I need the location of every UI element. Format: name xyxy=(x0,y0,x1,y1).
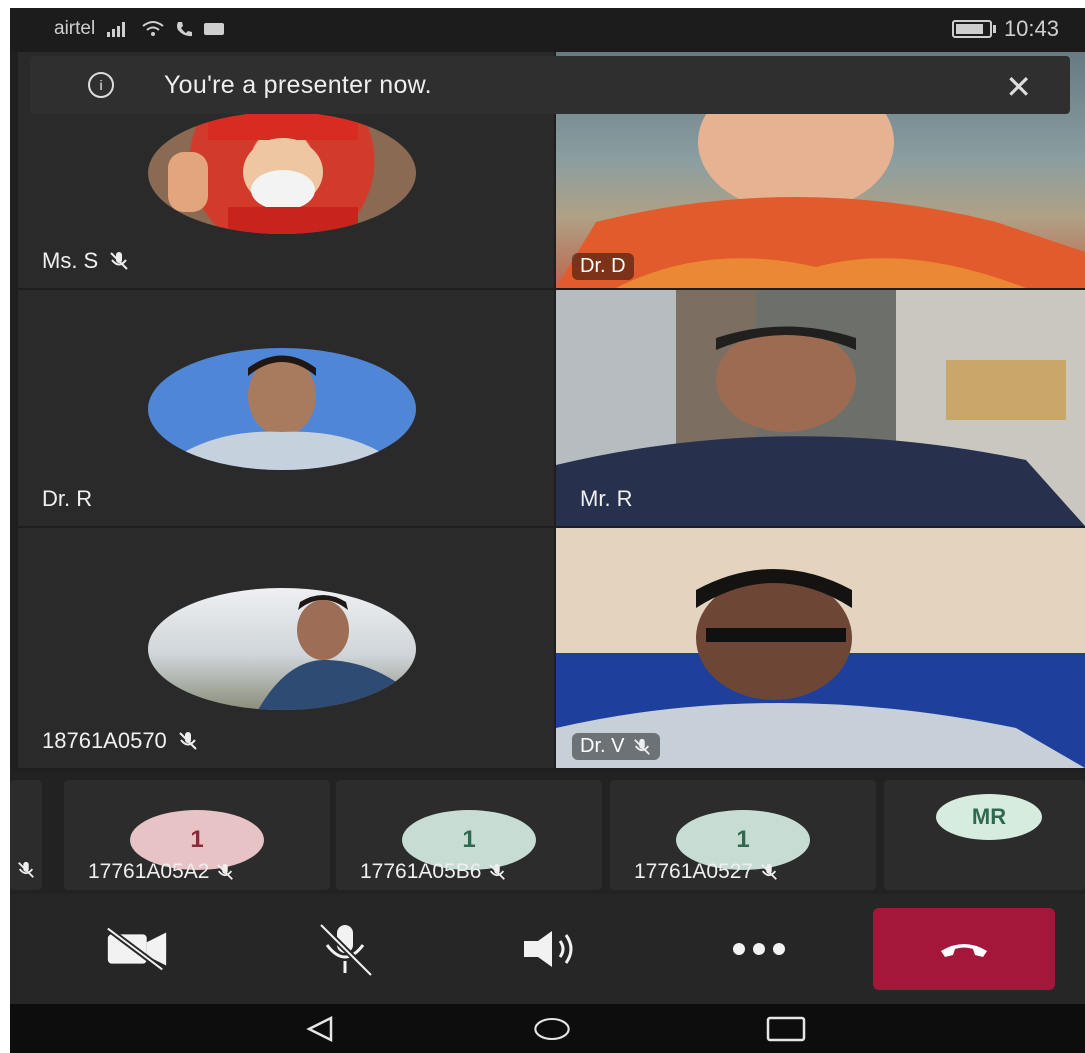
wifi-icon xyxy=(142,21,164,36)
participant-name: 18761A0570 xyxy=(42,728,199,754)
participant-name: Ms. S xyxy=(42,248,130,274)
mic-off-icon xyxy=(489,863,506,880)
participant-name: 17761A0527 xyxy=(634,860,779,884)
participant-mini-tile[interactable]: 1 17761A05A2 xyxy=(64,780,330,890)
back-icon xyxy=(306,1015,333,1043)
recents-icon xyxy=(766,1016,806,1042)
video-feed xyxy=(556,528,1085,768)
participant-tile[interactable]: Dr. R xyxy=(18,290,554,526)
mic-off-icon xyxy=(217,863,234,880)
hang-up-button[interactable] xyxy=(873,908,1055,990)
participant-tile[interactable]: Mr. R xyxy=(556,290,1085,526)
video-feed xyxy=(556,290,1085,526)
data-icon xyxy=(204,23,225,35)
participant-tile[interactable]: Dr. V xyxy=(556,528,1085,768)
speaker-button[interactable] xyxy=(515,918,585,980)
participant-mini-tile[interactable]: 1 17761A05B6 xyxy=(336,780,602,890)
participant-mini-tile[interactable] xyxy=(10,780,42,890)
participant-name: Dr. V xyxy=(572,733,661,760)
participant-mini-tile[interactable]: 1 17761A0527 xyxy=(610,780,876,890)
participant-name: 17761A05A2 xyxy=(88,860,235,884)
participant-strip[interactable]: 1 17761A05A2 1 17761A05B6 1 17761A0527 M… xyxy=(10,772,1085,894)
info-icon: i xyxy=(88,72,114,98)
mic-off-icon xyxy=(110,252,128,270)
initials-badge: MR xyxy=(936,794,1042,840)
signal-icon xyxy=(107,22,126,37)
home-button[interactable] xyxy=(532,1014,572,1044)
speaker-icon xyxy=(524,931,573,967)
presenter-toast: i You're a presenter now. ✕ xyxy=(30,56,1070,114)
camera-toggle-button[interactable] xyxy=(102,918,172,980)
avatar xyxy=(148,112,416,234)
home-icon xyxy=(534,1017,570,1041)
back-button[interactable] xyxy=(300,1014,340,1044)
mic-off-icon xyxy=(761,863,778,880)
camera-off-icon xyxy=(106,926,167,972)
close-icon[interactable]: ✕ xyxy=(1005,68,1032,106)
toast-message: You're a presenter now. xyxy=(164,70,432,99)
battery-icon xyxy=(951,20,996,38)
recents-button[interactable] xyxy=(766,1014,806,1044)
mic-off-icon xyxy=(18,861,34,878)
call-controls xyxy=(10,894,1085,1004)
system-nav-bar xyxy=(10,1004,1085,1053)
participant-name: 17761A05B6 xyxy=(360,860,507,884)
clock: 10:43 xyxy=(1003,16,1059,41)
mic-off-icon xyxy=(179,732,197,750)
more-options-button[interactable] xyxy=(724,918,794,980)
more-icon xyxy=(733,943,785,955)
avatar xyxy=(148,588,416,710)
mute-button[interactable] xyxy=(310,918,380,980)
participant-mini-tile[interactable]: MR xyxy=(884,780,1085,890)
avatar xyxy=(148,348,416,470)
mic-off-icon xyxy=(634,738,651,755)
teams-call-screen: airtel 10:43 Ms. S Dr. D Dr. R Mr. R 187… xyxy=(10,8,1085,1053)
participant-name: Mr. R xyxy=(580,486,633,511)
carrier-name: airtel xyxy=(54,18,96,39)
participant-name: Dr. R xyxy=(42,486,93,511)
hang-up-icon xyxy=(941,944,987,957)
call-icon xyxy=(177,22,193,37)
participant-tile[interactable]: 18761A0570 xyxy=(18,528,554,768)
mic-off-icon xyxy=(318,922,374,977)
participant-name: Dr. D xyxy=(572,253,634,280)
status-bar: airtel 10:43 xyxy=(10,8,1085,52)
